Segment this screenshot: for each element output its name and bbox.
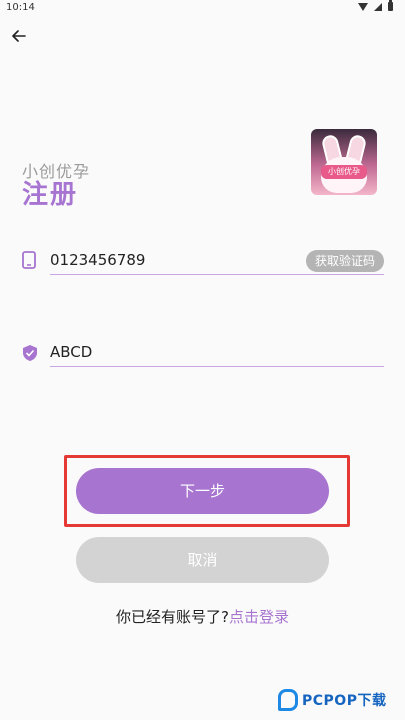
app-logo: 小创优孕	[311, 129, 377, 195]
watermark-text: PCPOP下载	[302, 693, 387, 709]
shield-icon	[23, 345, 37, 361]
code-row	[22, 338, 384, 368]
login-link[interactable]: 点击登录	[229, 608, 289, 626]
logo-text: 小创优孕	[321, 165, 367, 179]
arrow-left-icon	[12, 30, 26, 42]
login-prompt: 你已经有账号了?点击登录	[0, 606, 405, 627]
has-account-text: 你已经有账号了?	[116, 608, 229, 626]
back-button[interactable]	[8, 25, 30, 47]
phone-row: 获取验证码	[22, 246, 384, 276]
cancel-button[interactable]: 取消	[76, 537, 329, 583]
wifi-icon	[358, 2, 368, 11]
phone-icon	[22, 251, 36, 269]
watermark-logo-icon	[278, 689, 298, 711]
get-code-button[interactable]: 获取验证码	[306, 250, 384, 272]
status-time: 10:14	[6, 2, 35, 13]
next-button[interactable]: 下一步	[76, 468, 329, 514]
status-bar: 10:14	[0, 0, 405, 16]
battery-icon	[388, 0, 393, 11]
page-title: 注册	[22, 180, 79, 210]
status-icons	[358, 0, 393, 11]
verification-code-input[interactable]	[50, 338, 384, 367]
watermark: PCPOP下载	[278, 684, 404, 716]
signal-icon	[374, 2, 382, 11]
